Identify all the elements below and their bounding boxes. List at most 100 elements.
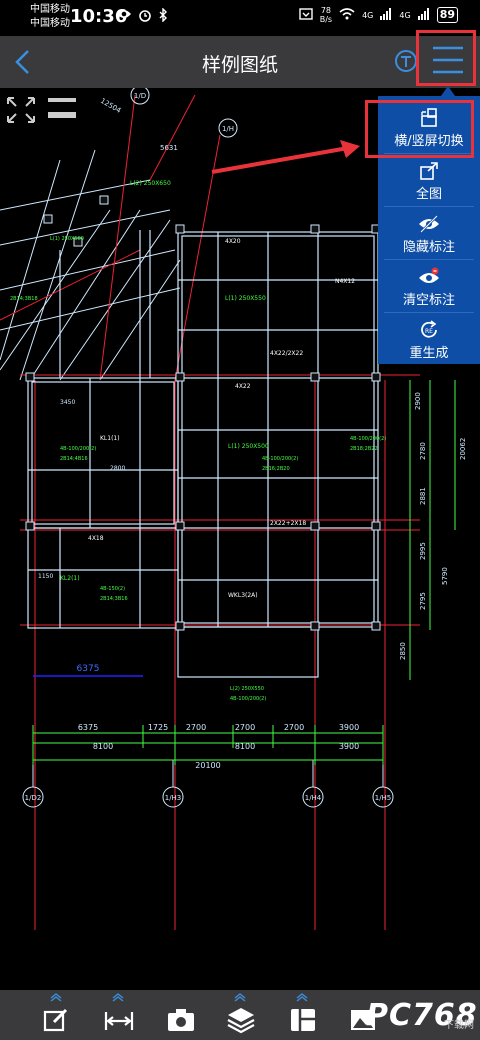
svg-text:4X22: 4X22 — [235, 383, 251, 390]
wifi-icon — [339, 7, 355, 23]
menu-button[interactable] — [416, 30, 476, 86]
status-bar: 中国移动 中国移动 10:36 78 B/s 4G 4G 89 — [0, 0, 480, 36]
signal-bars-1-icon — [380, 7, 392, 23]
svg-text:2B14;3B18: 2B14;3B18 — [10, 296, 38, 302]
menu-item-label: 重生成 — [409, 346, 449, 361]
svg-text:20062: 20062 — [459, 438, 467, 460]
svg-text:3900: 3900 — [339, 742, 359, 751]
svg-text:2995: 2995 — [419, 542, 427, 560]
layers-tool-button[interactable] — [220, 992, 260, 1038]
layout-icon — [291, 1009, 315, 1031]
svg-text:1/H5: 1/H5 — [375, 794, 392, 802]
regenerate-icon: RE — [421, 320, 437, 338]
carrier-1: 中国移动 — [30, 4, 70, 15]
net-speed-value: 78 — [320, 6, 331, 15]
watermark-logo: PC768 下载网 — [348, 992, 480, 1040]
chevron-up-icon — [296, 993, 308, 1002]
svg-text:2B18;2B22: 2B18;2B22 — [350, 446, 378, 452]
svg-text:2700: 2700 — [235, 723, 255, 732]
net-speed: 78 B/s — [320, 6, 332, 24]
svg-text:1/H4: 1/H4 — [305, 794, 322, 802]
svg-text:L(1) 250X500: L(1) 250X500 — [228, 443, 269, 450]
svg-text:4X18: 4X18 — [88, 535, 104, 542]
svg-text:5631: 5631 — [160, 144, 178, 152]
net-speed-unit: B/s — [319, 15, 333, 24]
svg-text:2X22+2X18: 2X22+2X18 — [270, 520, 306, 527]
notification-icon — [299, 7, 313, 24]
svg-text:RE: RE — [425, 328, 433, 335]
svg-text:1/H3: 1/H3 — [165, 794, 182, 802]
svg-text:KL1(1): KL1(1) — [100, 435, 120, 442]
signal-1-label: 4G — [362, 10, 374, 20]
menu-item-clear-annotations[interactable]: 清空标注 — [378, 261, 480, 313]
zoom-bar-icon — [48, 98, 76, 102]
svg-text:L(2) 250X550: L(2) 250X550 — [230, 686, 264, 692]
menu-item-label: 隐藏标注 — [402, 240, 455, 255]
chevron-up-icon — [234, 993, 246, 1002]
svg-text:2850: 2850 — [399, 642, 407, 660]
svg-text:2795: 2795 — [419, 592, 427, 610]
eye-status-icon — [116, 8, 132, 26]
svg-text:4X22/2X22: 4X22/2X22 — [270, 350, 303, 357]
structural-grid — [27, 230, 379, 678]
svg-text:6375: 6375 — [78, 723, 98, 732]
title-bar: 样例图纸 — [0, 30, 480, 88]
edit-tool-button[interactable] — [36, 992, 76, 1038]
beam-labels: L(1) 250X550 L(1) 250X500 L(2) 250X650 W… — [60, 180, 355, 599]
svg-text:5790: 5790 — [441, 567, 449, 585]
svg-text:L(1) 250X500: L(1) 250X500 — [50, 236, 84, 242]
svg-text:2900: 2900 — [414, 392, 422, 410]
t-circle-icon — [395, 50, 417, 72]
text-tool-button[interactable] — [394, 49, 418, 73]
menu-divider — [384, 206, 474, 207]
axis-lines — [0, 94, 420, 930]
svg-text:1/D: 1/D — [134, 92, 146, 100]
svg-text:8100: 8100 — [235, 742, 255, 751]
alarm-status-icon — [138, 8, 152, 26]
highlight-box — [365, 100, 474, 158]
svg-text:4B-100/200(2): 4B-100/200(2) — [230, 696, 266, 702]
watermark-sub: 下载网 — [444, 1020, 474, 1031]
edit-icon — [43, 1008, 68, 1032]
measure-tool-button[interactable] — [98, 992, 138, 1038]
bluetooth-status-icon — [158, 7, 168, 26]
svg-text:1/H: 1/H — [222, 125, 234, 133]
svg-text:1150: 1150 — [38, 573, 53, 580]
svg-text:2700: 2700 — [284, 723, 304, 732]
right-dimensions: 2900 2780 20062 2881 2995 5790 2795 2850 — [399, 392, 467, 660]
menu-item-regenerate[interactable]: RE 重生成 — [378, 314, 480, 366]
svg-text:2780: 2780 — [419, 442, 427, 460]
battery-indicator: 89 — [436, 7, 458, 23]
svg-text:KL2(1): KL2(1) — [60, 575, 80, 582]
measure-icon — [104, 1012, 134, 1030]
camera-tool-button[interactable] — [160, 992, 200, 1038]
eye-clear-icon — [419, 267, 439, 283]
camera-icon — [168, 1009, 194, 1031]
svg-text:8100: 8100 — [93, 742, 113, 751]
layout-tool-button[interactable] — [282, 992, 322, 1038]
svg-text:4B-150(2): 4B-150(2) — [100, 586, 125, 592]
svg-text:2B14;3B16: 2B14;3B16 — [100, 596, 128, 602]
menu-item-hide-annotations[interactable]: 隐藏标注 — [378, 208, 480, 260]
columns — [25, 195, 381, 631]
chevron-up-icon — [112, 993, 124, 1002]
left-dimensions: 3450 2800 1150 — [38, 399, 125, 580]
svg-text:2B14;4B16: 2B14;4B16 — [60, 456, 88, 462]
eye-hidden-icon — [419, 215, 439, 233]
svg-text:12504: 12504 — [99, 97, 123, 115]
svg-text:WKL3(2A): WKL3(2A) — [228, 592, 258, 599]
rebar-annotations: 4B-100/200(2) 2B14;4B16 4B-100/200(2) 2B18… — [10, 236, 386, 702]
menu-item-full-view[interactable]: 全图 — [378, 155, 480, 207]
svg-text:N4X12: N4X12 — [335, 278, 355, 285]
chevron-up-icon — [50, 993, 62, 1002]
menu-item-label: 全图 — [415, 187, 442, 202]
layers-icon — [227, 1008, 255, 1034]
axis-numbers: 12504 5631 — [99, 97, 178, 152]
fullscreen-icon[interactable] — [7, 97, 35, 123]
signal-bars-2-icon — [417, 7, 430, 23]
svg-text:2800: 2800 — [110, 465, 125, 472]
svg-text:L(2) 250X650: L(2) 250X650 — [130, 180, 171, 187]
hamburger-menu-icon — [433, 46, 463, 74]
menu-divider — [384, 312, 474, 313]
svg-text:1725: 1725 — [148, 723, 168, 732]
